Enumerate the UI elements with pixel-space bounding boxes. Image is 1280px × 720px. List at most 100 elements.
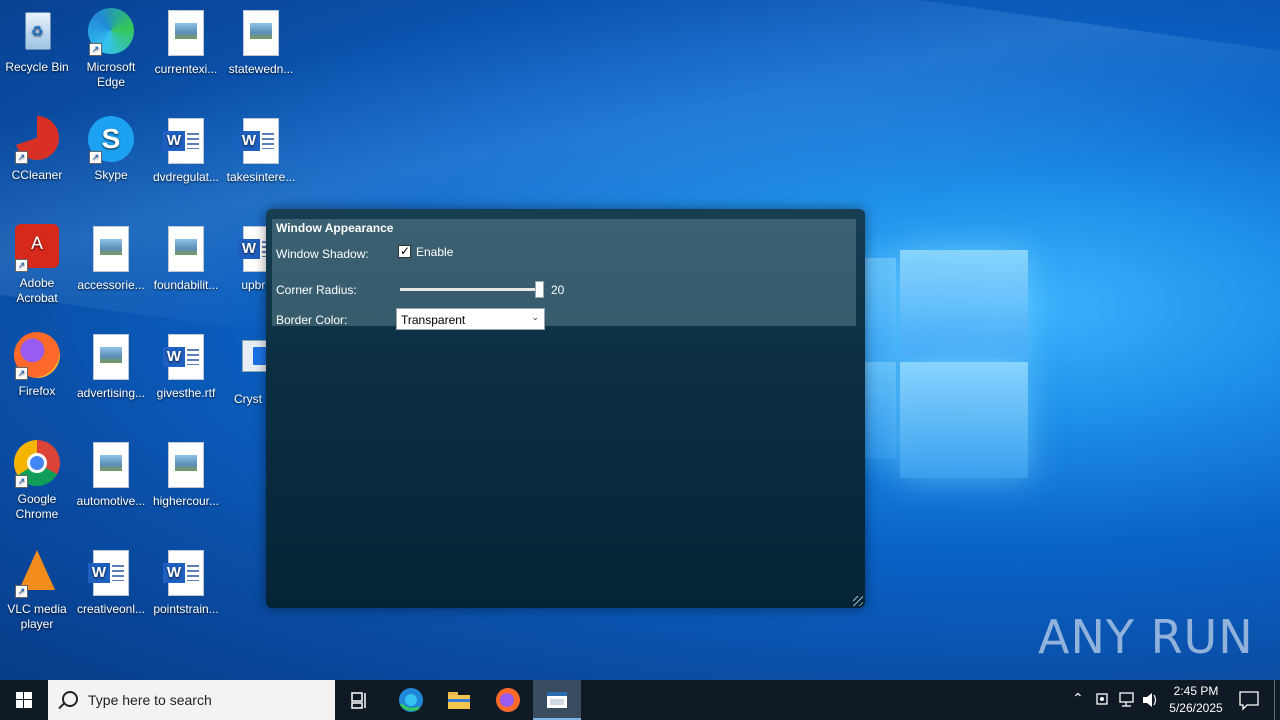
desktop-icon-label: foundabilit... [153,278,219,292]
corner-radius-label: Corner Radius: [276,283,357,297]
image-file-icon [162,442,210,490]
taskbar-active-app-button[interactable] [533,680,581,720]
window-shadow-checkbox-label[interactable]: Enable [416,245,453,259]
windows-start-icon [16,692,32,708]
taskbar-search-box[interactable]: Type here to search [48,680,335,720]
desktop-icon-label: currentexi... [154,62,218,76]
notification-center-button[interactable] [1234,680,1264,720]
ccleaner-icon: ↗ [13,116,61,164]
desktop-icon-file[interactable]: accessorie... [74,224,148,293]
window-shadow-checkbox[interactable]: ✓ [398,244,411,258]
word-document-icon: W [162,550,210,598]
search-placeholder: Type here to search [88,692,212,708]
border-color-label: Border Color: [276,313,348,327]
task-view-button[interactable] [336,680,384,720]
volume-icon [1143,693,1157,707]
taskbar-file-explorer-button[interactable] [435,680,483,720]
desktop-icon-ccleaner[interactable]: ↗ CCleaner [0,116,74,183]
desktop-icon-label: highercour... [152,494,220,508]
chrome-icon: ↗ [13,440,61,488]
border-color-dropdown[interactable]: Transparent ⌄ [396,308,545,330]
desktop-icon-skype[interactable]: S ↗ Skype [74,116,148,183]
word-document-icon: W [237,118,285,166]
firefox-icon: ↗ [13,332,61,380]
word-document-icon: W [162,118,210,166]
desktop-icon-file[interactable]: statewedn... [224,8,298,77]
desktop-icon-label: VLC media player [7,602,67,631]
anyrun-watermark: ANY RUN [1038,610,1254,664]
desktop-icon-file[interactable]: W takesintere... [224,116,298,185]
show-desktop-divider[interactable] [1274,680,1275,720]
tray-network-button[interactable] [1116,680,1138,720]
adobe-acrobat-icon: ᴬ ↗ [13,224,61,272]
desktop-icon-recycle-bin[interactable]: ♻ Recycle Bin [0,8,74,75]
desktop-icon-file[interactable]: W givesthe.rtf [149,332,223,401]
tray-volume-button[interactable] [1140,680,1162,720]
notification-icon [1239,691,1259,711]
skype-icon: S ↗ [87,116,135,164]
vlc-cone-icon: ↗ [13,550,61,598]
desktop-icon-label: CCleaner [11,168,63,182]
folder-icon [448,692,470,709]
corner-radius-slider-thumb[interactable] [535,281,544,298]
desktop-icon-label: Google Chrome [15,492,59,521]
edge-icon: ↗ [87,8,135,56]
desktop-icon-label: statewedn... [228,62,294,76]
firefox-icon [496,688,520,712]
clock-time: 2:45 PM [1173,684,1219,698]
chevron-up-icon: ⌃ [1072,690,1084,706]
window-shadow-label: Window Shadow: [276,247,369,261]
desktop-icon-file[interactable]: highercour... [149,440,223,509]
desktop-icon-file[interactable]: automotive... [74,440,148,509]
desktop-icon-microsoft-edge[interactable]: ↗ Microsoft Edge [74,8,148,90]
recycle-bin-icon: ♻ [13,8,61,56]
taskbar: Type here to search ⌃ 2:45 PM 5/26/2025 [0,680,1280,720]
desktop-icon-google-chrome[interactable]: ↗ Google Chrome [0,440,74,522]
image-file-icon [87,442,135,490]
edge-icon [399,688,423,712]
desktop-icon-file[interactable]: W dvdregulat... [149,116,223,185]
desktop-icon-file[interactable]: currentexi... [149,8,223,77]
desktop-icon-label: dvdregulat... [152,170,220,184]
checkmark-icon: ✓ [400,244,411,258]
meet-now-icon [1096,693,1108,705]
task-view-icon [351,692,366,709]
panel-title: Window Appearance [276,221,394,235]
image-file-icon [87,334,135,382]
desktop-icon-file[interactable]: W creativeonl... [74,548,148,617]
word-document-icon: W [162,334,210,382]
desktop-icon-label: Recycle Bin [5,60,69,74]
desktop-icon-label: automotive... [76,494,146,508]
chevron-down-icon: ⌄ [531,312,539,322]
show-hidden-icons-button[interactable]: ⌃ [1068,680,1090,720]
window-appearance-panel: Window Appearance Window Shadow: ✓ Enabl… [272,219,856,330]
desktop-icon-file[interactable]: W pointstrain... [149,548,223,617]
desktop-icon-firefox[interactable]: ↗ Firefox [0,332,74,399]
desktop-icon-vlc[interactable]: ↗ VLC media player [0,548,74,632]
desktop-icon-adobe-acrobat[interactable]: ᴬ ↗ Adobe Acrobat [0,224,74,306]
app-window-icon [547,692,567,708]
windows-logo-wallpaper [860,240,1030,480]
resize-grip[interactable] [853,596,863,606]
app-window[interactable]: Window Appearance Window Shadow: ✓ Enabl… [266,209,865,608]
clock-date: 5/26/2025 [1169,701,1223,715]
network-icon [1119,692,1134,707]
desktop-icon-file[interactable]: advertising... [74,332,148,401]
taskbar-firefox-button[interactable] [484,680,532,720]
taskbar-clock[interactable]: 2:45 PM 5/26/2025 [1160,683,1232,717]
desktop-icon-label: accessorie... [77,278,145,292]
desktop-icon-label: advertising... [76,386,146,400]
tray-meet-button[interactable] [1092,680,1114,720]
border-color-selected: Transparent [401,313,466,327]
taskbar-edge-button[interactable] [387,680,435,720]
desktop-icon-label: creativeonl... [76,602,146,616]
start-button[interactable] [0,680,48,720]
desktop-icon-file[interactable]: foundabilit... [149,224,223,293]
search-icon [62,691,78,707]
image-file-icon [87,226,135,274]
desktop-icon-label: pointstrain... [153,602,219,616]
desktop-icon-label: givesthe.rtf [156,386,216,400]
corner-radius-slider-track[interactable] [400,288,540,291]
desktop-icon-label: Firefox [18,384,56,398]
desktop-icon-label: takesintere... [226,170,296,184]
